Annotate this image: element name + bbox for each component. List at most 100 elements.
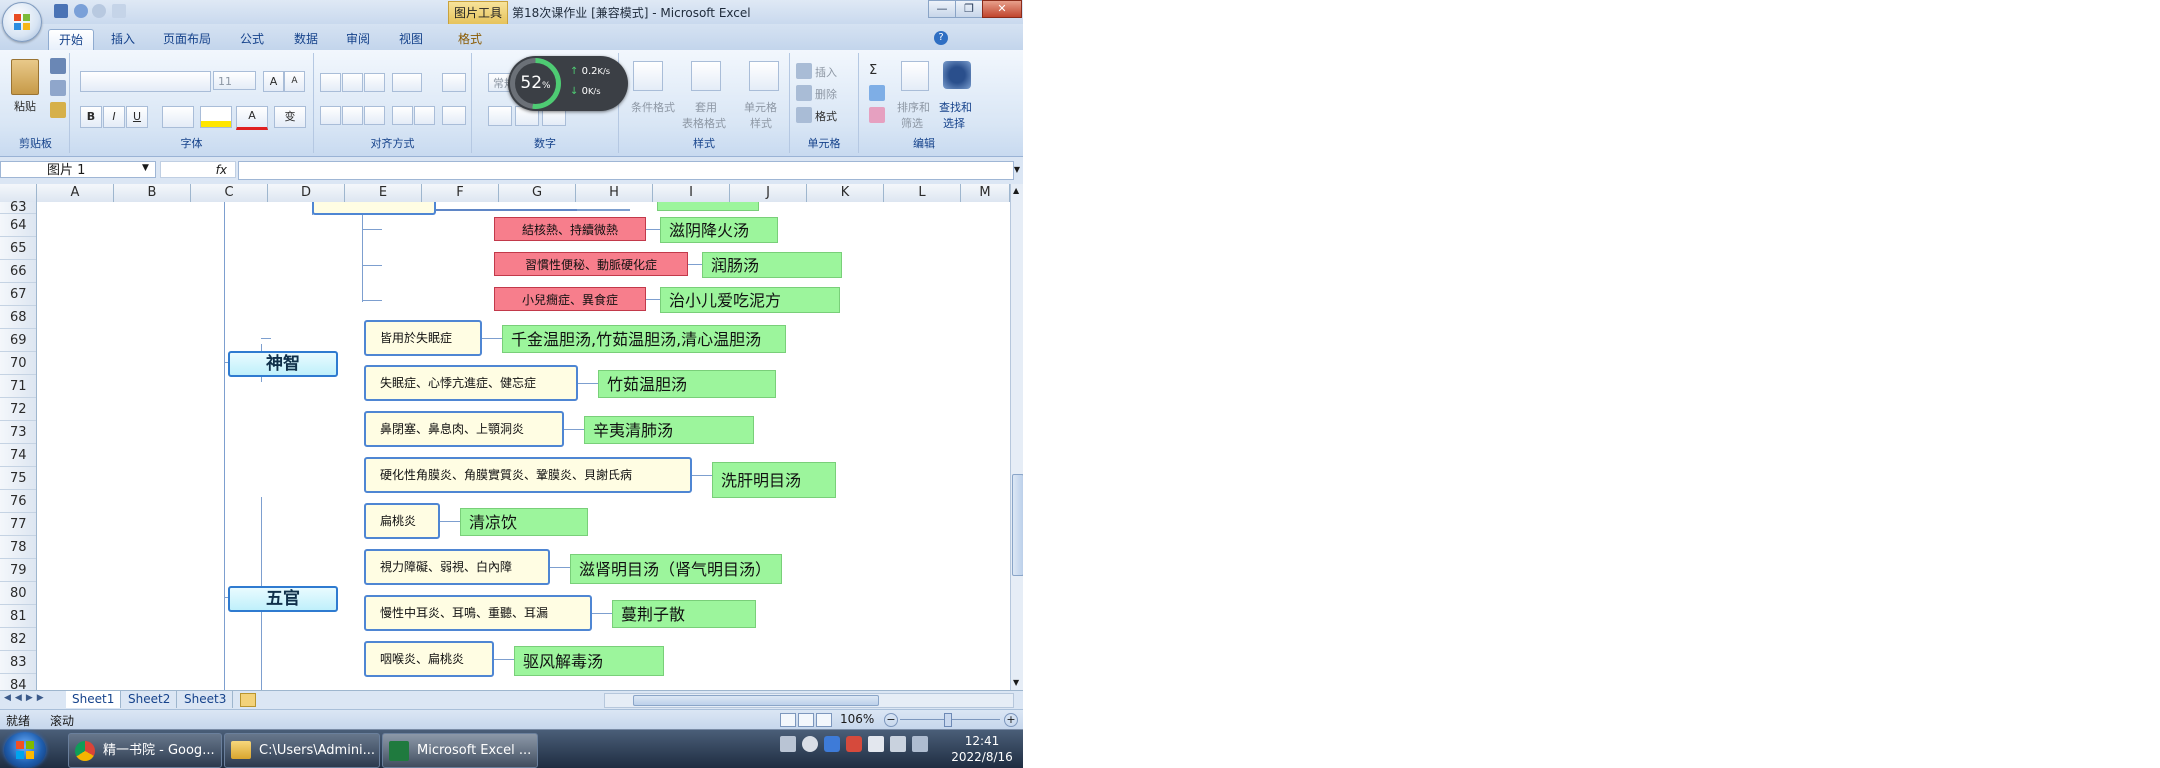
vertical-scroll-thumb[interactable] [1012,474,1023,576]
sheet-tab[interactable]: Sheet3 [178,691,234,708]
mindmap-red-node[interactable]: 結核熱、持續微熱 [494,217,646,241]
row-header[interactable]: 64 [0,214,36,238]
font-color-button[interactable]: A [236,106,268,130]
orientation-icon[interactable] [392,73,422,92]
align-bottom-icon[interactable] [364,73,385,92]
font-size-combo[interactable]: 11 [213,71,256,90]
fill-color-icon[interactable] [200,106,232,128]
row-header[interactable]: 78 [0,536,36,560]
column-header[interactable]: L [884,184,961,202]
align-middle-icon[interactable] [342,73,363,92]
taskbar-clock[interactable]: 12:41 2022/8/16 [944,733,1020,765]
mindmap-result-node[interactable]: 滋阴降火汤 [660,217,778,243]
formula-input[interactable] [238,161,1014,180]
tab-formulas[interactable]: 公式 [230,29,274,49]
tab-home[interactable]: 开始 [48,29,95,50]
format-cells-button[interactable]: 格式 [815,108,837,124]
horizontal-scroll-thumb[interactable] [633,695,879,706]
row-header[interactable]: 69 [0,329,36,353]
autosum-button[interactable]: Σ [869,63,877,78]
column-header[interactable]: D [268,184,345,202]
row-header[interactable]: 83 [0,651,36,675]
row-header[interactable]: 76 [0,490,36,514]
conditional-format-icon[interactable] [633,61,663,91]
mindmap-sub-node[interactable]: 視力障礙、弱視、白內障 [364,549,550,585]
mindmap-result-node[interactable]: 清凉饮 [460,508,588,536]
zoom-in-icon[interactable]: + [1004,713,1018,727]
column-header[interactable]: M [961,184,1010,202]
mindmap-result-node[interactable]: 润肠汤 [702,252,842,278]
taskbar-item-excel[interactable]: Microsoft Excel ... [382,733,538,768]
scroll-up-icon[interactable]: ▲ [1013,186,1019,195]
row-header[interactable]: 79 [0,559,36,583]
sheet-tab[interactable]: Sheet1 [66,691,122,708]
column-header[interactable]: A [37,184,114,202]
vertical-scrollbar[interactable]: ▲ ▼ [1010,184,1023,690]
table-format-label-1[interactable]: 套用 [695,99,717,115]
sort-filter-label-2[interactable]: 筛选 [901,115,923,131]
redo-icon[interactable] [92,4,106,18]
row-header[interactable]: 70 [0,352,36,376]
column-header[interactable]: H [576,184,653,202]
table-format-icon[interactable] [691,61,721,91]
volume-icon[interactable] [868,736,884,752]
find-select-label-1[interactable]: 查找和 [939,99,972,115]
insert-cells-icon[interactable] [796,63,812,79]
row-header[interactable]: 77 [0,513,36,537]
sort-filter-icon[interactable] [901,61,929,91]
delete-cells-icon[interactable] [796,85,812,101]
mindmap-result-node[interactable]: 滋肾明目汤（肾气明目汤） [570,554,782,584]
mindmap-sub-node[interactable]: 皆用於失眠症 [364,320,482,356]
zoom-slider-thumb[interactable] [944,713,952,727]
column-header[interactable]: F [422,184,499,202]
tab-page-layout[interactable]: 页面布局 [153,29,221,49]
mindmap-sub-node[interactable]: 扁桃炎 [364,503,440,539]
row-header[interactable]: 66 [0,260,36,284]
taskbar-item-explorer[interactable]: C:\Users\Admini... [224,733,380,768]
delete-cells-button[interactable]: 删除 [815,86,837,102]
row-header[interactable]: 74 [0,444,36,468]
help-icon[interactable]: ? [934,31,948,45]
minimize-button[interactable]: — [928,0,956,18]
mindmap-main-node[interactable]: 五官 [228,586,338,612]
row-header[interactable]: 65 [0,237,36,261]
restore-button[interactable]: ❐ [955,0,983,18]
sync-icon[interactable] [802,736,818,752]
tab-review[interactable]: 审阅 [336,29,380,49]
zoom-level[interactable]: 106% [840,712,874,726]
network-icon[interactable] [890,736,906,752]
row-header[interactable]: 82 [0,628,36,652]
tab-view[interactable]: 视图 [389,29,433,49]
merge-center-icon[interactable] [442,106,466,125]
mindmap-result-node[interactable]: 治小儿爱吃泥方 [660,287,840,313]
row-header[interactable]: 71 [0,375,36,399]
tab-format[interactable]: 格式 [448,29,492,49]
name-box[interactable]: 图片 1 [0,161,156,178]
mindmap-sub-node[interactable]: 失眠症、心悸亢進症、健忘症 [364,365,578,401]
tray-arrow-icon[interactable] [912,736,928,752]
mindmap-red-node[interactable]: 小兒癇症、異食症 [494,287,646,311]
close-button[interactable]: ✕ [982,0,1022,18]
cell-styles-label-1[interactable]: 单元格 [744,99,777,115]
row-header[interactable]: 72 [0,398,36,422]
column-header[interactable]: E [345,184,422,202]
bold-button[interactable]: B [80,106,102,128]
column-header[interactable]: K [807,184,884,202]
row-header[interactable]: 67 [0,283,36,307]
row-header[interactable]: 75 [0,467,36,491]
format-cells-icon[interactable] [796,107,812,123]
column-header[interactable]: B [114,184,191,202]
expand-formula-icon[interactable]: ▼ [1012,161,1022,178]
column-header[interactable]: G [499,184,576,202]
cell-styles-icon[interactable] [749,61,779,91]
mindmap-result-node[interactable]: 驱风解毒汤 [514,646,664,676]
row-header[interactable]: 81 [0,605,36,629]
mindmap-sub-node[interactable]: 慢性中耳炎、耳鳴、重聽、耳漏 [364,595,592,631]
align-left-icon[interactable] [320,106,341,125]
paste-button[interactable]: 粘贴 [14,98,36,114]
taskbar-item-chrome[interactable]: 精一书院 - Goog... [68,733,222,768]
table-format-label-2[interactable]: 表格格式 [682,115,726,131]
format-painter-icon[interactable] [50,102,66,118]
copy-icon[interactable] [50,80,66,96]
border-icon[interactable] [162,106,194,128]
